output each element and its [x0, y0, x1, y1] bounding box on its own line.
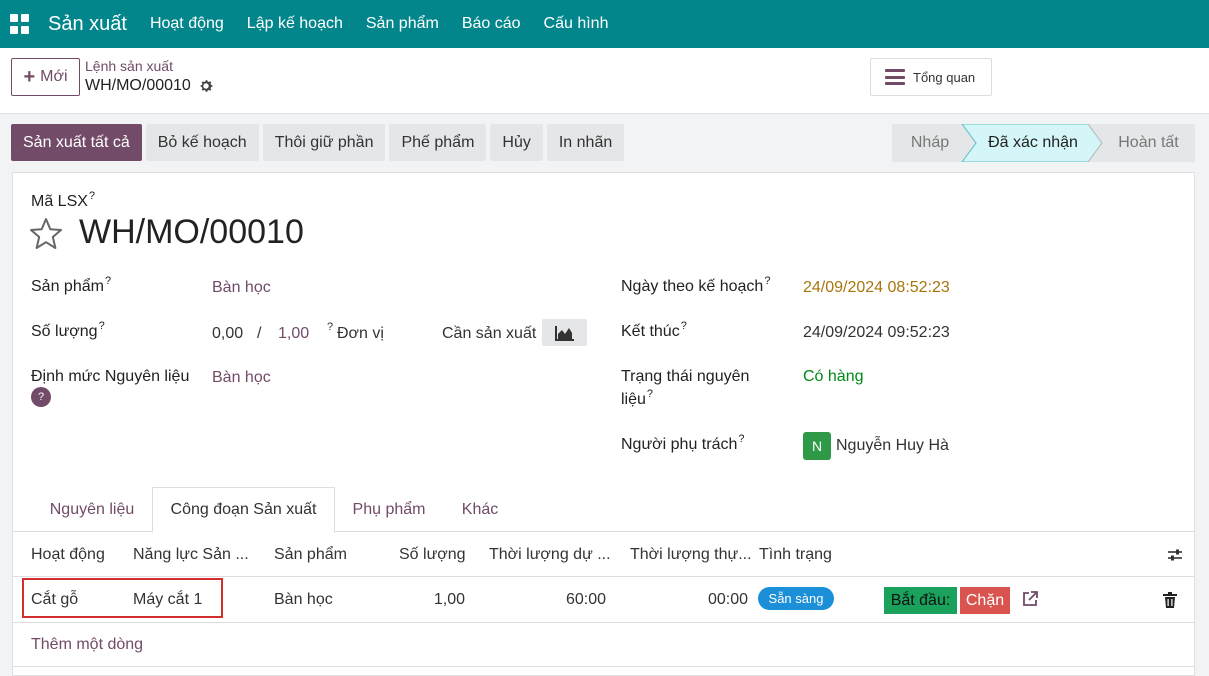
product-value[interactable]: Bàn học	[212, 279, 271, 297]
gear-icon[interactable]	[198, 78, 214, 94]
bom-help-badge[interactable]: ?	[31, 387, 51, 407]
apps-menu-icon[interactable]	[10, 14, 30, 34]
cell-expected-duration[interactable]: 60:00	[489, 591, 606, 609]
quantity-separator: /	[257, 325, 262, 342]
unplan-button[interactable]: Bỏ kế hoạch	[145, 124, 259, 161]
stage-draft[interactable]: Nháp	[892, 124, 968, 162]
cell-real-duration[interactable]: 00:00	[630, 591, 748, 609]
col-product[interactable]: Sản phẩm	[274, 546, 384, 564]
trash-icon[interactable]	[1163, 592, 1177, 608]
quantity-uom: Đơn vị	[337, 325, 384, 342]
cell-operation[interactable]: Cắt gỗ	[31, 591, 78, 609]
external-link-icon[interactable]	[1021, 590, 1039, 608]
app-brand[interactable]: Sản xuất	[48, 13, 127, 36]
unreserve-button[interactable]: Thôi giữ phần	[262, 124, 386, 161]
nav-item-reporting[interactable]: Báo cáo	[462, 15, 521, 33]
col-operation[interactable]: Hoạt động	[31, 546, 126, 564]
col-workcenter[interactable]: Năng lực Sản ...	[133, 546, 263, 564]
tab-by-products[interactable]: Phụ phẩm	[335, 487, 443, 532]
status-badge: Sẵn sàng	[758, 587, 834, 610]
component-status-value: Có hàng	[803, 368, 864, 385]
produce-all-button[interactable]: Sản xuất tất cả	[11, 124, 142, 161]
planned-date-label: Ngày theo kế hoạch?	[621, 275, 771, 295]
star-icon[interactable]	[29, 217, 63, 251]
component-status-label-line1: Trạng thái nguyên	[621, 368, 750, 385]
form-sheet: Mã LSX? WH/MO/00010 Sản phẩm? Bàn học Số…	[12, 172, 1195, 676]
print-labels-button[interactable]: In nhãn	[546, 124, 625, 161]
control-panel: + Mới Lệnh sản xuất WH/MO/00010 Tổng qua…	[0, 48, 1209, 114]
action-buttons: Sản xuất tất cả Bỏ kế hoạch Thôi giữ phầ…	[11, 124, 628, 161]
quantity-status: Cần sản xuất	[442, 325, 537, 342]
cell-workcenter[interactable]: Máy cắt 1	[133, 591, 202, 609]
breadcrumb-parent[interactable]: Lệnh sản xuất	[85, 58, 173, 74]
code-label: Mã LSX?	[31, 190, 96, 210]
tab-misc[interactable]: Khác	[443, 487, 517, 532]
nav-item-planning[interactable]: Lập kế hoạch	[247, 15, 343, 33]
nav-item-activities[interactable]: Hoạt động	[150, 15, 224, 33]
cell-product[interactable]: Bàn học	[274, 591, 333, 609]
forecast-chart-button[interactable]	[542, 319, 587, 346]
product-label: Sản phẩm?	[31, 275, 112, 295]
plus-icon: +	[23, 66, 36, 88]
table-header: Hoạt động Năng lực Sản ... Sản phẩm Số l…	[13, 533, 1194, 577]
nav-item-configuration[interactable]: Cấu hình	[544, 15, 609, 33]
table-row[interactable]: Cắt gỗ Máy cắt 1 Bàn học 1,00 60:00 00:0…	[13, 577, 1194, 623]
end-date-value[interactable]: 24/09/2024 09:52:23	[803, 324, 950, 342]
new-button-label: Mới	[40, 68, 68, 85]
bom-value[interactable]: Bàn học	[212, 369, 271, 387]
start-button[interactable]: Bắt đầu:	[884, 587, 957, 614]
notebook-tabs: Nguyên liệu Công đoạn Sản xuất Phụ phẩm …	[13, 487, 1194, 533]
responsible-label: Người phụ trách?	[621, 433, 745, 453]
col-real-duration[interactable]: Thời lượng thự...	[630, 546, 760, 564]
overview-label: Tổng quan	[913, 69, 976, 85]
stage-done[interactable]: Hoàn tất	[1102, 124, 1195, 162]
avatar: N	[803, 432, 831, 460]
breadcrumb-current-label: WH/MO/00010	[85, 77, 191, 94]
planned-date-value[interactable]: 24/09/2024 08:52:23	[803, 279, 950, 297]
block-button[interactable]: Chặn	[960, 587, 1010, 614]
stage-confirmed[interactable]: Đã xác nhận	[974, 124, 1092, 162]
top-navbar: Sản xuất Hoạt động Lập kế hoạch Sản phẩm…	[0, 0, 1209, 48]
end-date-label: Kết thúc?	[621, 320, 687, 340]
breadcrumb-current: WH/MO/00010	[85, 77, 214, 95]
table-bottom-divider	[13, 666, 1194, 667]
overview-button[interactable]: Tổng quan	[870, 58, 992, 96]
record-title: WH/MO/00010	[79, 213, 304, 251]
cancel-button[interactable]: Hủy	[490, 124, 543, 161]
col-expected-duration[interactable]: Thời lượng dự ...	[489, 546, 629, 564]
component-status-label-line2: liệu?	[621, 388, 654, 408]
add-line-link[interactable]: Thêm một dòng	[31, 636, 143, 654]
new-button[interactable]: + Mới	[11, 58, 80, 96]
cell-quantity[interactable]: 1,00	[399, 591, 465, 609]
responsible-value[interactable]: Nguyễn Huy Hà	[836, 437, 949, 455]
uom-help-mark: ?	[327, 321, 334, 333]
col-status[interactable]: Tình trạng	[759, 546, 869, 564]
quantity-produced[interactable]: 0,00	[212, 325, 243, 343]
quantity-label: Số lượng?	[31, 320, 105, 340]
bars-icon	[885, 69, 905, 85]
area-chart-icon	[554, 325, 574, 341]
optional-columns-icon[interactable]	[1167, 547, 1183, 563]
bom-label: Định mức Nguyên liệu	[31, 368, 190, 385]
scrap-button[interactable]: Phế phẩm	[389, 124, 487, 161]
col-quantity[interactable]: Số lượng	[399, 546, 489, 564]
status-bar: Nháp Đã xác nhận Hoàn tất	[892, 124, 1195, 162]
tab-work-orders[interactable]: Công đoạn Sản xuất	[152, 487, 335, 533]
tab-components[interactable]: Nguyên liệu	[31, 487, 153, 532]
quantity-total[interactable]: 1,00	[278, 325, 309, 343]
nav-item-products[interactable]: Sản phẩm	[366, 15, 439, 33]
